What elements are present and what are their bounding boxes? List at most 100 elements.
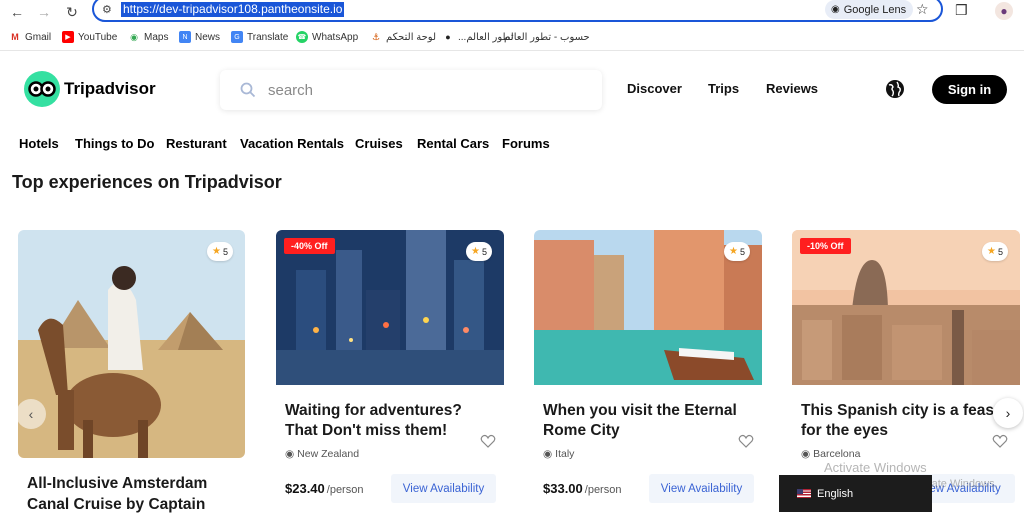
search-icon (240, 82, 256, 98)
translate-icon: G (231, 31, 243, 43)
profile-avatar[interactable]: ● (995, 2, 1013, 20)
gmail-icon: M (11, 32, 19, 42)
bookmark-label: Maps (144, 31, 169, 43)
bookmark-label: WhatsApp (312, 31, 359, 43)
rating-badge: ★ 5 (207, 242, 233, 261)
bookmark-icon: ● (445, 32, 451, 42)
nav-discover[interactable]: Discover (627, 81, 682, 96)
language-label: English (817, 487, 854, 500)
browser-toolbar: ← → ↻ ⚙ https://dev-tripadvisor108.panth… (0, 0, 1024, 24)
card-image: ★ 5 (534, 230, 762, 385)
card-title[interactable]: All-Inclusive Amsterdam Canal Cruise by … (27, 473, 237, 515)
address-bar[interactable]: ⚙ https://dev-tripadvisor108.pantheonsit… (92, 0, 943, 22)
card-location: ◉ New Zealand (285, 448, 359, 460)
bookmark-hsoub[interactable]: حسوب - تطور العالم (504, 32, 590, 43)
tripadvisor-logo[interactable]: Tripadvisor (24, 71, 156, 107)
dashboard-icon: ⚓ (371, 31, 381, 42)
star-icon: ★ (471, 246, 480, 257)
bookmark-label: News (195, 31, 221, 43)
category-hotels[interactable]: Hotels (19, 136, 59, 151)
card-image: -40% Off ★ 5 (276, 230, 504, 385)
nav-reviews[interactable]: Reviews (766, 81, 818, 96)
heart-icon[interactable] (480, 433, 496, 449)
search-bar[interactable] (220, 70, 602, 110)
card-image: ★ 5 (18, 230, 245, 458)
language-selector[interactable]: English (779, 475, 932, 512)
site-info-icon[interactable]: ⚙ (102, 3, 112, 16)
card-title[interactable]: When you visit the Eternal Rome City (543, 401, 753, 441)
lens-label: Google Lens (843, 3, 907, 16)
view-availability-button[interactable]: View Availability (391, 474, 496, 503)
bookmarks-bar: M Gmail ▶ YouTube ◉ Maps N News G Transl… (0, 27, 1024, 47)
price-unit: /person (326, 484, 364, 496)
card-location: ◉ Barcelona (801, 448, 860, 460)
bookmark-whatsapp[interactable]: ☎ WhatsApp (296, 31, 358, 43)
location-text: New Zealand (297, 448, 360, 460)
bookmark-item[interactable]: ● ...تطور العالم (442, 31, 513, 43)
star-icon: ★ (729, 246, 738, 257)
heart-icon[interactable] (738, 433, 754, 449)
owl-logo-icon (24, 71, 60, 107)
globe-icon[interactable] (885, 79, 905, 99)
forward-button[interactable]: → (34, 2, 54, 22)
card-title[interactable]: This Spanish city is a feas for the eyes (801, 401, 1016, 441)
heart-icon[interactable] (992, 433, 1008, 449)
reload-button[interactable]: ↻ (62, 2, 82, 22)
bookmark-translate[interactable]: G Translate (231, 31, 288, 43)
search-input[interactable] (268, 81, 568, 99)
location-text: Barcelona (813, 448, 861, 460)
maps-icon: ◉ (130, 31, 138, 42)
rating-badge: ★ 5 (982, 242, 1008, 261)
bookmark-label: حسوب - تطور العالم (504, 31, 590, 43)
category-forums[interactable]: Forums (502, 136, 550, 151)
bookmark-star-icon[interactable]: ☆ (916, 1, 929, 18)
card-price: $23.40/person (285, 481, 363, 496)
google-lens-button[interactable]: ◉ Google Lens (825, 0, 914, 19)
bookmark-label: YouTube (78, 31, 118, 43)
chevron-right-icon: › (1005, 405, 1011, 421)
rating-badge: ★ 5 (466, 242, 492, 261)
whatsapp-icon: ☎ (296, 31, 308, 43)
sign-in-button[interactable]: Sign in (932, 75, 1007, 104)
back-button[interactable]: ← (7, 2, 27, 22)
location-text: Italy (555, 448, 575, 460)
section-title: Top experiences on Tripadvisor (12, 172, 282, 192)
bookmark-youtube[interactable]: ▶ YouTube (62, 31, 117, 43)
windows-activation-title: Activate Windows (824, 460, 927, 475)
card-image: -10% Off ★ 5 (792, 230, 1020, 385)
star-icon: ★ (987, 246, 996, 257)
category-restaurants[interactable]: Resturant (166, 136, 227, 151)
category-cruises[interactable]: Cruises (355, 136, 403, 151)
card-title[interactable]: Waiting for adventures? That Don't miss … (285, 401, 495, 441)
rating-badge: ★ 5 (724, 242, 750, 261)
rating-value: 5 (222, 246, 228, 257)
bookmark-dashboard[interactable]: ⚓ لوحة التحكم (370, 31, 436, 43)
toolbar-divider (0, 50, 1024, 51)
location-pin-icon: ◉ (543, 448, 553, 460)
extensions-icon[interactable]: ❒ (955, 2, 968, 19)
nav-trips[interactable]: Trips (708, 81, 739, 96)
discount-badge: -10% Off (800, 238, 851, 254)
bookmark-gmail[interactable]: M Gmail (9, 31, 51, 43)
price-unit: /person (584, 484, 622, 496)
price-value: $23.40 (285, 481, 325, 496)
bookmark-news[interactable]: N News (179, 31, 220, 43)
carousel-prev-button[interactable]: ‹ (16, 399, 46, 429)
bookmark-label: Translate (247, 31, 289, 43)
rating-value: 5 (481, 246, 487, 257)
category-rental-cars[interactable]: Rental Cars (417, 136, 489, 151)
us-flag-icon (797, 489, 811, 498)
view-availability-button[interactable]: View Availability (649, 474, 754, 503)
price-value: $33.00 (543, 481, 583, 496)
category-things-to-do[interactable]: Things to Do (75, 136, 154, 151)
carousel-next-button[interactable]: › (993, 398, 1023, 428)
category-vacation-rentals[interactable]: Vacation Rentals (240, 136, 344, 151)
rating-value: 5 (739, 246, 745, 257)
bookmark-maps[interactable]: ◉ Maps (128, 31, 168, 43)
bookmark-label: لوحة التحكم (386, 31, 437, 43)
card-location: ◉ Italy (543, 448, 574, 460)
url-text[interactable]: https://dev-tripadvisor108.pantheonsite.… (121, 2, 345, 17)
card-price: $33.00/person (543, 481, 621, 496)
logo-text: Tripadvisor (64, 79, 156, 98)
rating-value: 5 (997, 246, 1003, 257)
